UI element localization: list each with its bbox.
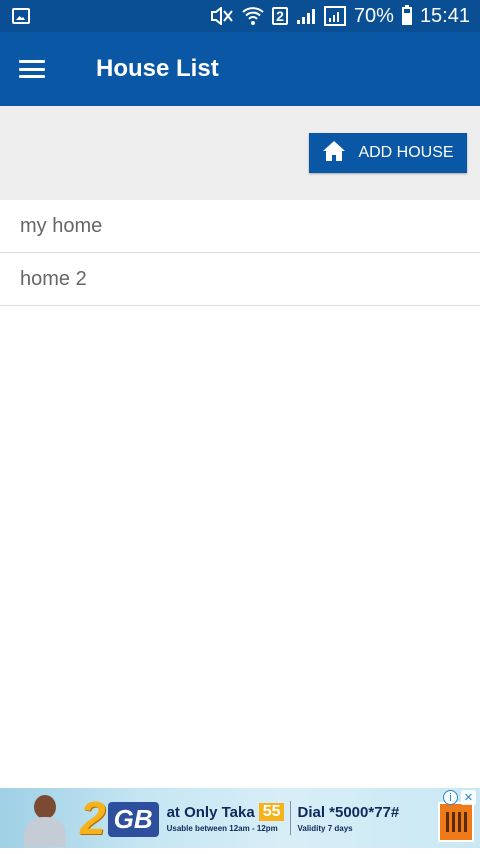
status-right: 2 70% 15:41 [210, 5, 470, 28]
ad-big-unit: GB [107, 802, 159, 837]
clock: 15:41 [419, 4, 470, 27]
ad-person-image [20, 789, 70, 847]
add-house-label: ADD HOUSE [358, 144, 454, 161]
gallery-icon [12, 8, 30, 24]
status-bar: 2 70% 15:41 [0, 0, 480, 32]
menu-button[interactable] [0, 32, 64, 106]
home-icon [322, 140, 346, 167]
hamburger-menu-icon [19, 60, 45, 78]
add-house-button[interactable]: ADD HOUSE [309, 133, 467, 173]
list-item[interactable]: my home [0, 200, 480, 253]
wifi-icon [242, 6, 264, 26]
ad-offer-text: at Only Taka [166, 803, 255, 821]
ad-dial: Dial *5000*77# Validity 7 days [297, 804, 399, 833]
ad-close-icon[interactable]: ✕ [461, 790, 476, 805]
ad-big-number: 2 [80, 792, 106, 844]
ad-info-icon[interactable]: i [443, 790, 458, 805]
ad-brand-logo [438, 802, 474, 842]
ad-choices: i ✕ [443, 790, 476, 805]
mute-icon [210, 7, 234, 25]
battery-percent: 70% [353, 4, 394, 27]
sim-badge-icon: 2 [272, 7, 288, 25]
toolbar-area: ADD HOUSE [0, 106, 480, 200]
status-left [12, 8, 30, 24]
ad-price: 55 [258, 803, 285, 821]
ad-divider [290, 801, 292, 835]
ad-banner[interactable]: 2 GB at Only Taka 55 Usable between 12am… [0, 788, 480, 848]
signal-alt-icon [323, 6, 346, 26]
signal-icon [296, 7, 316, 25]
house-list: my home home 2 [0, 200, 480, 306]
app-bar: House List [0, 32, 480, 106]
list-item[interactable]: home 2 [0, 253, 480, 306]
ad-offer: at Only Taka 55 Usable between 12am - 12… [167, 803, 285, 833]
battery-icon [401, 5, 412, 25]
ad-validity-text: Validity 7 days [297, 823, 353, 833]
ad-usage-text: Usable between 12am - 12pm [166, 824, 278, 833]
page-title: House List [96, 55, 219, 82]
ad-dial-text: Dial *5000*77# [297, 803, 400, 821]
ad-headline: 2 GB [80, 795, 159, 841]
